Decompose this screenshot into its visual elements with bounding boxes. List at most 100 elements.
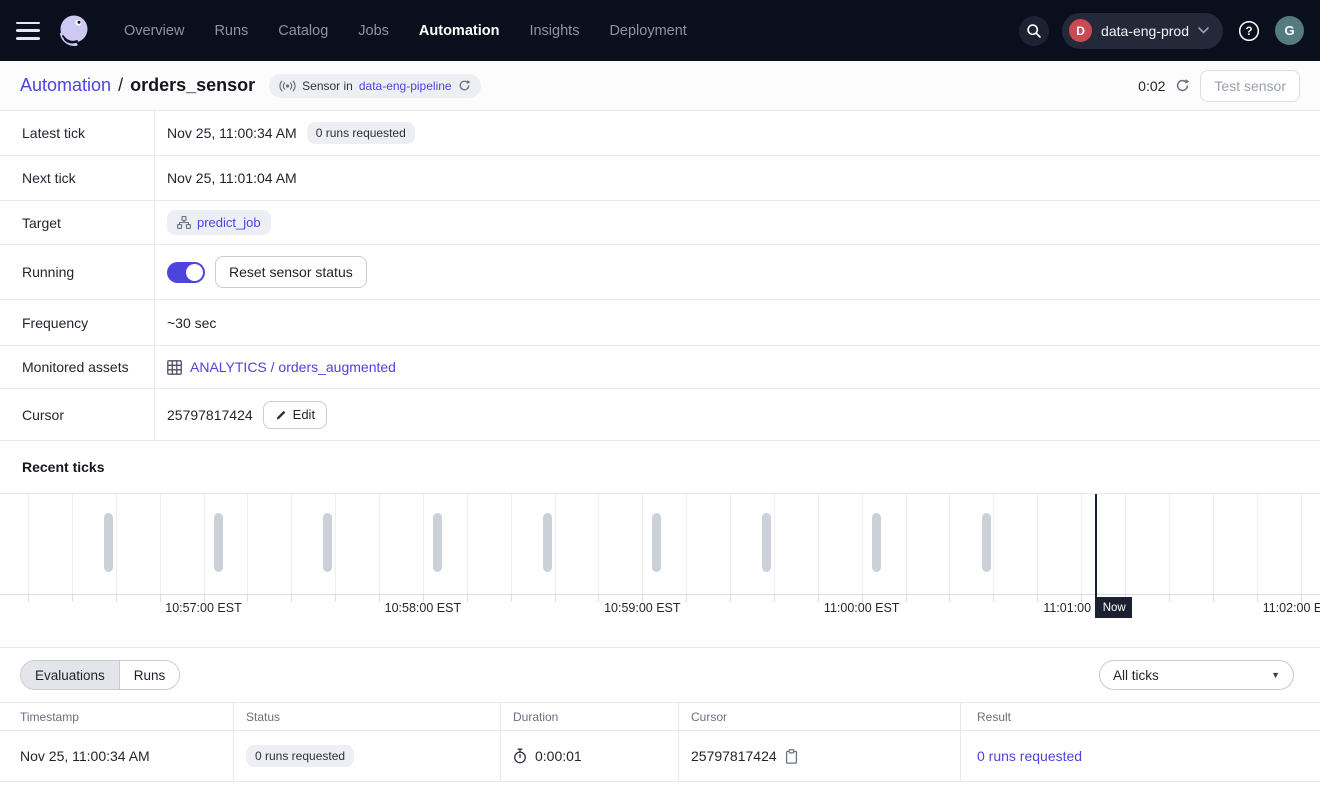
timestamp-text: Nov 25, 11:00:34 AM (20, 748, 150, 764)
tick-bar[interactable] (872, 513, 881, 572)
axis-label: 10:59:00 EST (587, 601, 697, 615)
row-next-tick: Next tick Nov 25, 11:01:04 AM (0, 156, 1320, 201)
monitored-asset-link[interactable]: ANALYTICS / orders_augmented (167, 359, 396, 375)
tick-bar[interactable] (982, 513, 991, 572)
stopwatch-icon (513, 748, 527, 764)
user-avatar[interactable]: G (1275, 16, 1304, 45)
reset-sensor-status-button[interactable]: Reset sensor status (215, 256, 367, 288)
code-location-link[interactable]: data-eng-pipeline (359, 79, 452, 93)
reload-location-icon[interactable] (458, 79, 471, 92)
monitored-assets-label: Monitored assets (0, 346, 155, 388)
grid-line (1169, 494, 1170, 594)
test-sensor-button[interactable]: Test sensor (1200, 70, 1300, 102)
table-body: Nov 25, 11:00:34 AM 0 runs requested 0:00:… (0, 731, 1320, 782)
column-header-status: Status (233, 703, 500, 730)
tab-runs[interactable]: Runs (120, 661, 180, 689)
nav-item-runs[interactable]: Runs (214, 23, 248, 39)
table-header: TimestampStatusDurationCursorResult (0, 703, 1320, 731)
column-header-result: Result (960, 703, 1320, 730)
refresh-icon[interactable] (1175, 78, 1190, 93)
column-header-timestamp: Timestamp (0, 703, 233, 730)
svg-text:?: ? (1245, 26, 1252, 38)
tick-bar[interactable] (762, 513, 771, 572)
nav-right: D data-eng-prod ? G (1019, 13, 1304, 49)
nav-item-catalog[interactable]: Catalog (278, 23, 328, 39)
grid-line (1213, 494, 1214, 594)
axis-label: 11:02:00 EST (1246, 601, 1320, 615)
cursor-label: Cursor (0, 389, 155, 440)
axis-label: 11:00:00 EST (807, 601, 917, 615)
edit-cursor-button[interactable]: Edit (263, 401, 327, 429)
grid-line (1037, 494, 1038, 594)
axis-tick (511, 595, 512, 602)
axis-tick (72, 595, 73, 602)
tick-bar[interactable] (652, 513, 661, 572)
monitored-asset-name[interactable]: ANALYTICS / orders_augmented (190, 359, 396, 375)
running-toggle[interactable] (167, 262, 205, 283)
axis-tick (28, 595, 29, 602)
grid-line (291, 494, 292, 594)
nav-items: Overview Runs Catalog Jobs Automation Insight… (124, 23, 687, 39)
row-frequency: Frequency ~30 sec (0, 300, 1320, 346)
tick-bar[interactable] (543, 513, 552, 572)
grid-line (1301, 494, 1302, 594)
deployment-switcher[interactable]: D data-eng-prod (1062, 13, 1223, 49)
sensor-badge-prefix: Sensor in (302, 79, 353, 93)
result-link[interactable]: 0 runs requested (977, 748, 1082, 764)
grid-line (774, 494, 775, 594)
axis-tick (730, 595, 731, 602)
avatar-initial: G (1284, 23, 1294, 38)
grid-line (555, 494, 556, 594)
copy-icon[interactable] (785, 749, 798, 764)
grid-line (247, 494, 248, 594)
now-badge: Now (1097, 597, 1132, 618)
grid-line (862, 494, 863, 594)
grid-line (467, 494, 468, 594)
top-nav: Overview Runs Catalog Jobs Automation Insight… (0, 0, 1320, 61)
duration-text: 0:00:01 (535, 748, 582, 764)
dagster-logo-icon[interactable] (54, 11, 94, 51)
nav-item-automation[interactable]: Automation (419, 23, 500, 39)
cell-status: 0 runs requested (233, 731, 500, 781)
latest-tick-value: Nov 25, 11:00:34 AM (167, 125, 297, 141)
grid-line (335, 494, 336, 594)
nav-item-jobs[interactable]: Jobs (358, 23, 389, 39)
evaluations-toolbar: EvaluationsRuns All ticks ▼ (0, 647, 1320, 702)
edit-button-label: Edit (293, 407, 315, 422)
nav-item-insights[interactable]: Insights (529, 23, 579, 39)
nav-item-deployment[interactable]: Deployment (609, 23, 686, 39)
grid-line (1081, 494, 1082, 594)
page-header: Automation / orders_sensor Sensor in dat… (0, 61, 1320, 111)
grid-line (116, 494, 117, 594)
breadcrumb-automation[interactable]: Automation (20, 75, 111, 96)
tab-evaluations[interactable]: Evaluations (21, 661, 120, 689)
grid-line (686, 494, 687, 594)
grid-line (1257, 494, 1258, 594)
grid-line (598, 494, 599, 594)
cell-timestamp[interactable]: Nov 25, 11:00:34 AM (0, 731, 233, 781)
row-target: Target predict_job (0, 201, 1320, 245)
tick-bar[interactable] (104, 513, 113, 572)
tick-bar[interactable] (214, 513, 223, 572)
column-header-duration: Duration (500, 703, 678, 730)
status-badge: 0 runs requested (246, 745, 354, 767)
tick-bar[interactable] (323, 513, 332, 572)
nav-item-overview[interactable]: Overview (124, 23, 184, 39)
grid-line (28, 494, 29, 594)
target-job-link[interactable]: predict_job (197, 215, 261, 230)
axis-tick (335, 595, 336, 602)
tick-filter-select[interactable]: All ticks ▼ (1099, 660, 1294, 690)
sensor-details: Latest tick Nov 25, 11:00:34 AM 0 runs r… (0, 111, 1320, 441)
grid-line (993, 494, 994, 594)
recent-ticks-heading: Recent ticks (0, 441, 1320, 493)
help-icon[interactable]: ? (1236, 18, 1262, 44)
target-label: Target (0, 201, 155, 244)
grid-line (1125, 494, 1126, 594)
target-job-chip[interactable]: predict_job (167, 210, 271, 235)
axis-tick (1169, 595, 1170, 602)
search-icon[interactable] (1019, 16, 1049, 46)
menu-icon[interactable] (16, 22, 40, 40)
recent-ticks-chart: 10:57:00 EST10:58:00 EST10:59:00 EST11:0… (0, 493, 1320, 625)
tick-bar[interactable] (433, 513, 442, 572)
view-tabs: EvaluationsRuns (20, 660, 180, 690)
